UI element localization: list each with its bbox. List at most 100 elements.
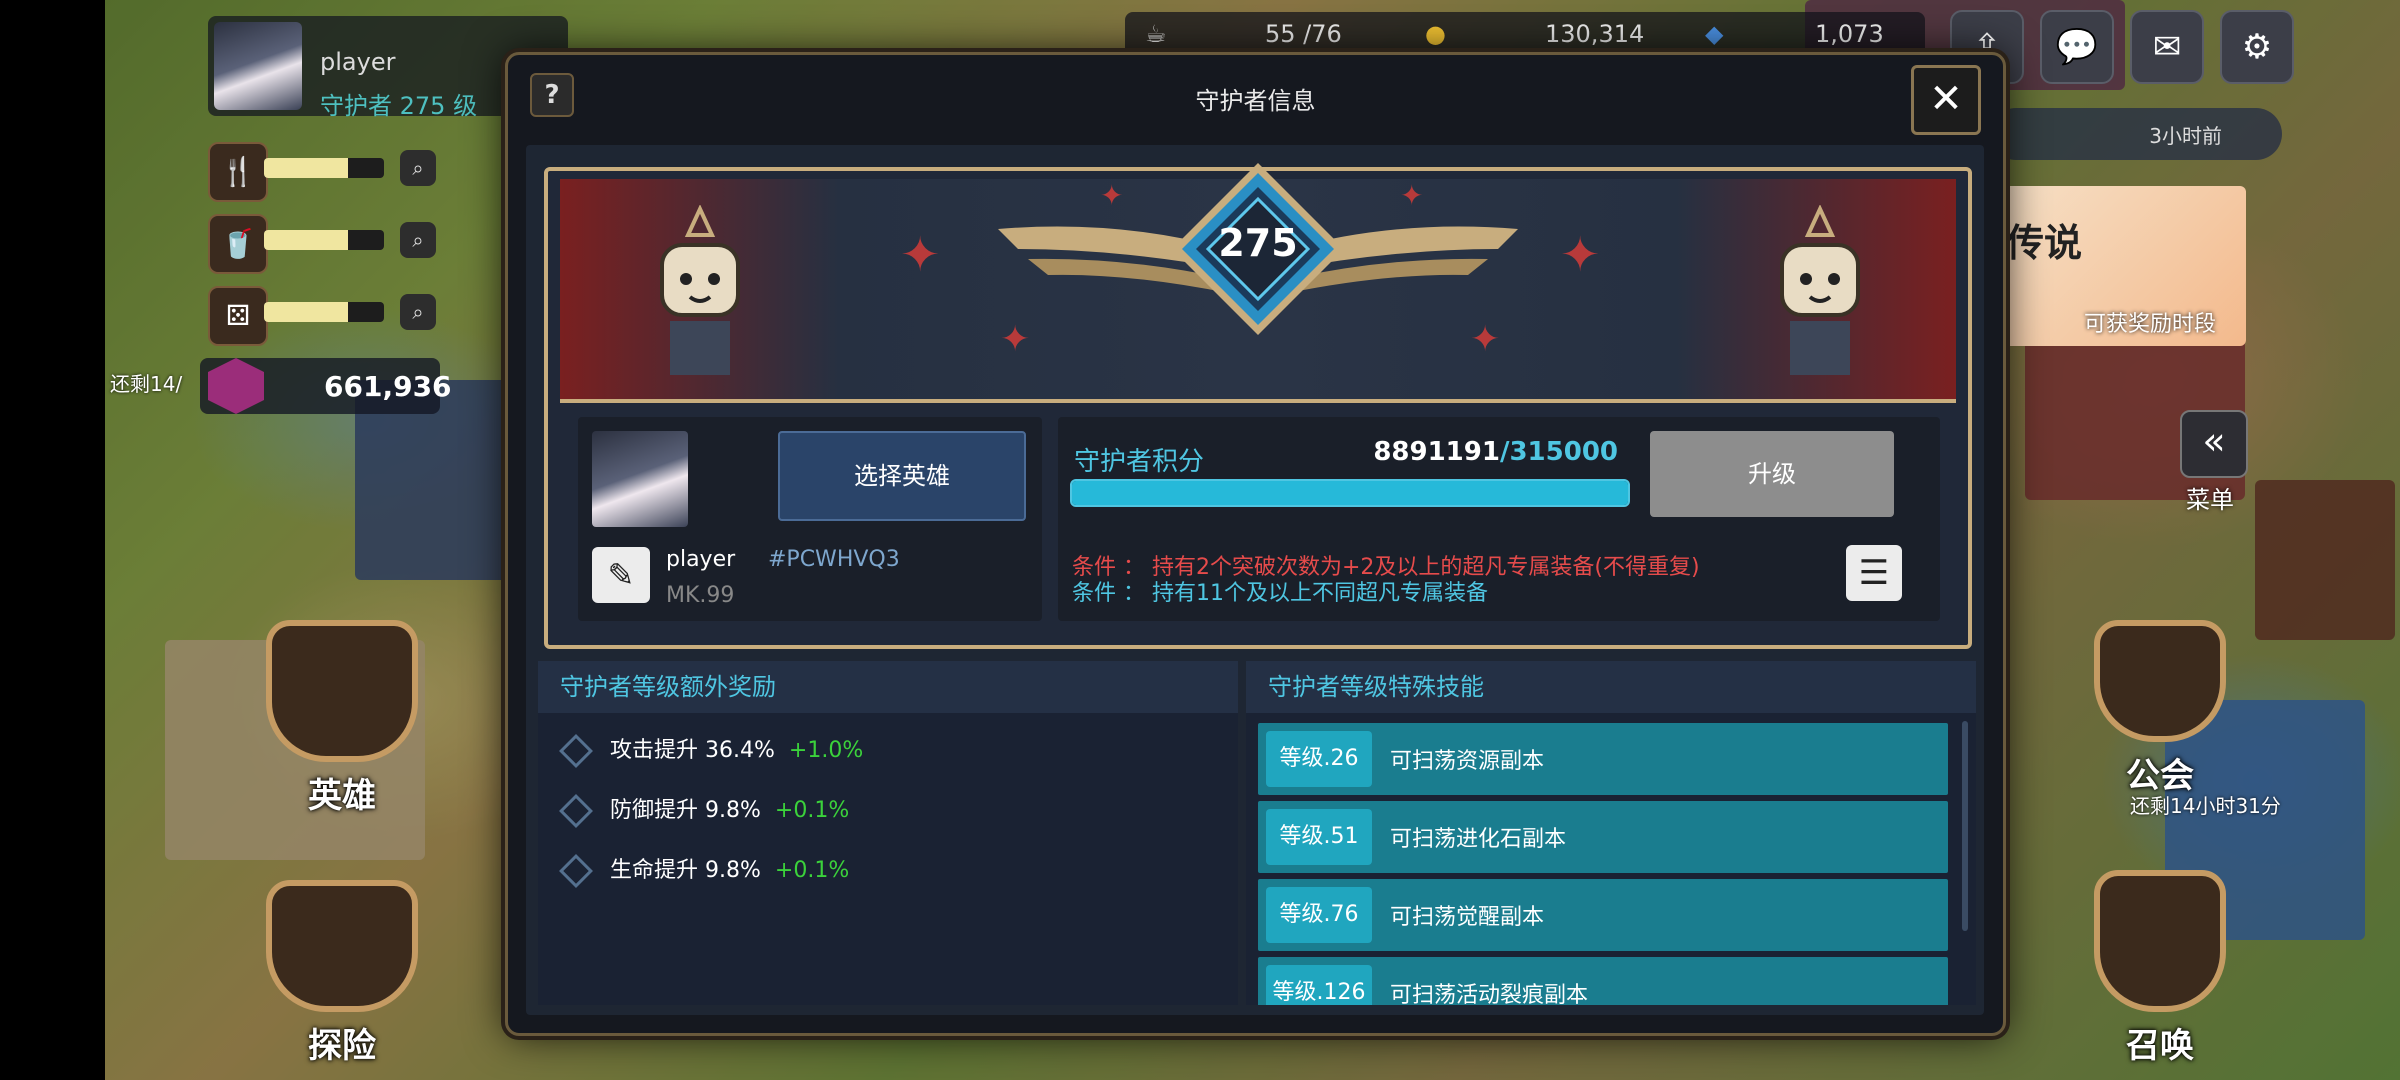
nav-explore[interactable]: 探险 bbox=[266, 880, 418, 1067]
score-progress-fill bbox=[1072, 481, 1628, 505]
promo-title: 传说 bbox=[2006, 221, 2083, 265]
score-current: 8891191 bbox=[1373, 437, 1500, 467]
diamond-icon bbox=[559, 794, 593, 828]
skill-level: 等级.51 bbox=[1266, 809, 1372, 865]
bonus-item: 攻击提升 36.4% +1.0% bbox=[556, 731, 863, 771]
star-icon: ✦ bbox=[1000, 319, 1031, 360]
menu-button[interactable]: « bbox=[2180, 410, 2248, 478]
diamond-icon bbox=[559, 854, 593, 888]
score-card: 守护者积分 8891191/315000 升级 条件 ： 持有2个突破次数为+2… bbox=[1058, 417, 1940, 621]
score-value: 8891191/315000 bbox=[1368, 437, 1618, 467]
bonus-panel: 守护者等级额外奖励 攻击提升 36.4% +1.0% 防御提升 9.8% +0.1%… bbox=[538, 661, 1238, 1005]
menu-label: 菜单 bbox=[2186, 486, 2234, 514]
skills-title: 守护者等级特殊技能 bbox=[1246, 661, 1976, 713]
nav-summon-label: 召唤 bbox=[2126, 1026, 2194, 1066]
dice-icon: ⚄ bbox=[208, 286, 268, 346]
skill-row: 等级.26 可扫荡资源副本 bbox=[1258, 723, 1948, 795]
bonus-item: 生命提升 9.8% +0.1% bbox=[556, 851, 849, 891]
promo-banner[interactable]: 传说 可获奖励时段 bbox=[2000, 186, 2246, 346]
avatar bbox=[214, 22, 302, 110]
guardian-level: 守护者 275 级 bbox=[320, 92, 478, 120]
settings-gear-icon[interactable]: ⚙ bbox=[2220, 10, 2294, 84]
nav-heroes[interactable]: 英雄 bbox=[266, 620, 418, 817]
gem-counter[interactable]: 661,936 bbox=[200, 358, 452, 414]
upgrade-button[interactable]: 升级 bbox=[1650, 431, 1894, 517]
cup-icon: 🥤 bbox=[208, 214, 268, 274]
skills-scrollbar[interactable] bbox=[1962, 721, 1968, 931]
skill-row: 等级.51 可扫荡进化石副本 bbox=[1258, 801, 1948, 873]
diamond-icon bbox=[559, 734, 593, 768]
bonus-label: 生命提升 bbox=[610, 858, 699, 883]
skill-row: 等级.76 可扫荡觉醒副本 bbox=[1258, 879, 1948, 951]
crystal-icon: ◆ bbox=[1705, 20, 1724, 48]
dice-bar bbox=[264, 302, 384, 322]
badge-level: 275 bbox=[1218, 221, 1298, 265]
player-name: player bbox=[320, 48, 396, 76]
modal-title: 守护者信息 bbox=[1195, 87, 1316, 115]
skills-panel[interactable]: 守护者等级特殊技能 等级.26 可扫荡资源副本 等级.51 可扫荡进化石副本 等级.… bbox=[1246, 661, 1976, 1005]
level-banner: ✦ ✦ ✦ ✦ ✦ ✦ 275 选择英雄 ✎ player #PCWHVQ3 M… bbox=[544, 163, 1972, 649]
score-label: 守护者积分 bbox=[1074, 447, 1205, 477]
skill-level: 等级.26 bbox=[1266, 731, 1372, 787]
skill-text: 可扫荡活动裂痕副本 bbox=[1390, 983, 1589, 1005]
dice-stat[interactable]: ⚄ ⌕ bbox=[208, 286, 438, 346]
nav-explore-label: 探险 bbox=[308, 1026, 376, 1066]
hero-card: 选择英雄 ✎ player #PCWHVQ3 MK.99 bbox=[578, 417, 1042, 621]
stamina-icon: ☕ bbox=[1145, 20, 1167, 48]
bonus-value: 9.8% bbox=[705, 858, 761, 883]
bonus-label: 攻击提升 bbox=[610, 738, 699, 763]
summon-star-icon bbox=[2094, 870, 2226, 1012]
bonus-plus: +0.1% bbox=[774, 858, 850, 883]
hero-name: player bbox=[666, 547, 736, 572]
guild-timer: 还剩14小时31分 bbox=[2130, 794, 2281, 818]
hero-mk: MK.99 bbox=[666, 583, 735, 608]
skill-level: 等级.76 bbox=[1266, 887, 1372, 943]
gem-note: 还剩14/ bbox=[110, 372, 183, 396]
hero-icon bbox=[266, 620, 418, 762]
skill-text: 可扫荡进化石副本 bbox=[1390, 827, 1567, 852]
select-hero-button[interactable]: 选择英雄 bbox=[778, 431, 1026, 521]
star-icon: ✦ bbox=[900, 227, 941, 283]
fork-knife-icon: 🍴 bbox=[208, 142, 268, 202]
compass-icon bbox=[266, 880, 418, 1012]
search-icon[interactable]: ⌕ bbox=[400, 150, 436, 186]
bonus-value: 9.8% bbox=[705, 798, 761, 823]
close-button[interactable]: ✕ bbox=[1911, 65, 1981, 135]
guardian-info-modal: ? 守护者信息 ✕ ✦ ✦ ✦ ✦ ✦ ✦ 275 选择英雄 ✎ player … bbox=[505, 52, 2006, 1036]
search-icon[interactable]: ⌕ bbox=[400, 222, 436, 258]
time-ago: 3小时前 bbox=[2149, 124, 2222, 148]
crystal-value: 1,073 bbox=[1815, 20, 1884, 48]
skill-level: 等级.126 bbox=[1266, 965, 1372, 1005]
star-icon: ✦ bbox=[1560, 227, 1601, 283]
drink-stat[interactable]: 🥤 ⌕ bbox=[208, 214, 438, 274]
nav-guild[interactable]: 公会 bbox=[2094, 620, 2226, 797]
skill-row: 等级.126 可扫荡活动裂痕副本 bbox=[1258, 957, 1948, 1005]
modal-body: ✦ ✦ ✦ ✦ ✦ ✦ 275 选择英雄 ✎ player #PCWHVQ3 M… bbox=[526, 145, 1984, 1015]
chat-icon[interactable]: 💬 bbox=[2040, 10, 2114, 84]
bonus-plus: +1.0% bbox=[788, 738, 864, 763]
bonus-item: 防御提升 9.8% +0.1% bbox=[556, 791, 849, 831]
mail-icon[interactable]: ✉ bbox=[2130, 10, 2204, 84]
gold-value: 130,314 bbox=[1545, 20, 1645, 48]
mascot-left-icon bbox=[660, 205, 740, 375]
gem-icon bbox=[208, 358, 264, 414]
search-icon[interactable]: ⌕ bbox=[400, 294, 436, 330]
bonus-plus: +0.1% bbox=[774, 798, 850, 823]
gem-value: 661,936 bbox=[324, 370, 452, 403]
bonus-label: 防御提升 bbox=[610, 798, 699, 823]
edit-pencil-icon[interactable]: ✎ bbox=[592, 547, 650, 603]
bonus-value: 36.4% bbox=[705, 738, 775, 763]
food-bar bbox=[264, 158, 384, 178]
star-icon: ✦ bbox=[1470, 319, 1501, 360]
hero-avatar[interactable] bbox=[592, 431, 688, 527]
guild-tower-icon bbox=[2094, 620, 2226, 742]
food-stat[interactable]: 🍴 ⌕ bbox=[208, 142, 438, 202]
drink-bar bbox=[264, 230, 384, 250]
time-pill: 3小时前 bbox=[1990, 108, 2282, 160]
stamina-value: 55 /76 bbox=[1265, 20, 1342, 48]
skill-text: 可扫荡觉醒副本 bbox=[1390, 905, 1545, 930]
nav-summon[interactable]: 召唤 bbox=[2094, 870, 2226, 1067]
list-menu-icon[interactable]: ☰ bbox=[1846, 545, 1902, 601]
skill-text: 可扫荡资源副本 bbox=[1390, 749, 1545, 774]
level-badge: 275 bbox=[1168, 159, 1348, 339]
